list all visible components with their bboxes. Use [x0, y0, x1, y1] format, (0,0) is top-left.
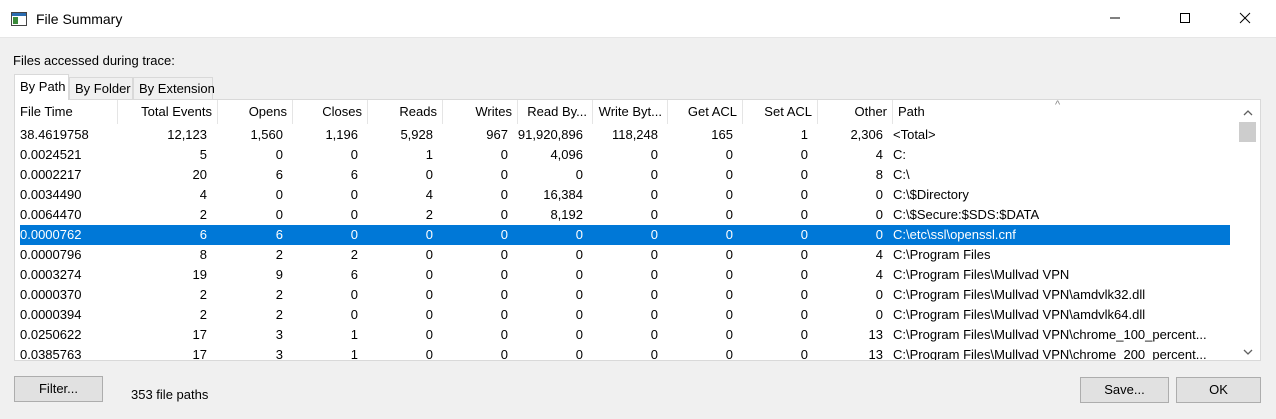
chevron-up-icon: [1243, 104, 1253, 119]
cell-path: C:\Program Files\Mullvad VPN\chrome_100_…: [893, 327, 1207, 342]
save-button[interactable]: Save...: [1080, 377, 1169, 403]
maximize-icon: [1179, 12, 1191, 27]
cell-path: C:\Program Files\Mullvad VPN: [893, 267, 1070, 282]
close-icon: [1239, 12, 1251, 27]
maximize-button[interactable]: [1162, 0, 1208, 38]
cell-path: C:\etc\ssl\openssl.cnf: [893, 227, 1016, 242]
table-row[interactable]: 0.0024521 5 0 0 1 0 4,096 0 0 0 4 C:: [20, 145, 1230, 165]
cell-path: C:\Program Files\Mullvad VPN\chrome_200_…: [893, 347, 1207, 361]
cell-path: C:\Program Files\Mullvad VPN\amdvlk32.dl…: [893, 287, 1146, 302]
cell-other: 0: [875, 307, 883, 322]
column-header-get-acl[interactable]: Get ACL: [668, 100, 743, 124]
column-header-file-time[interactable]: File Time: [15, 100, 118, 124]
window-title: File Summary: [36, 11, 123, 27]
list-header: ^ File Time Total Events Opens Closes Reads W…: [15, 100, 1236, 124]
scroll-down-button[interactable]: [1236, 341, 1260, 359]
cell-path: C:\: [893, 167, 910, 182]
cell-path: <Total>: [893, 127, 936, 142]
column-header-path[interactable]: Path: [893, 100, 1236, 124]
cell-other: 0: [875, 227, 883, 242]
column-header-opens[interactable]: Opens: [218, 100, 293, 124]
cell-path: C:\Program Files\Mullvad VPN\amdvlk64.dl…: [893, 307, 1146, 322]
cell-other: 2,306: [850, 127, 883, 142]
table-row[interactable]: 0.0000370 2 2 0 0 0 0 0 0 0 0 C:\Program Files\Mull…: [20, 285, 1230, 305]
vertical-scrollbar[interactable]: [1236, 100, 1260, 360]
cell-other: 0: [875, 207, 883, 222]
table-row[interactable]: 0.0003274 19 9 6 0 0 0 0 0 0 4 C:\Program Files\Mul…: [20, 265, 1230, 285]
cell-other: 13: [868, 347, 883, 361]
table-row[interactable]: 0.0000762 6 6 0 0 0 0 0 0 0 0 C:\etc\ssl\openssl.cn…: [20, 225, 1230, 245]
file-path-count: 353 file paths: [131, 387, 209, 402]
files-accessed-caption: Files accessed during trace:: [13, 53, 175, 68]
tab-by-extension[interactable]: By Extension: [133, 77, 215, 99]
column-header-read-bytes[interactable]: Read By...: [518, 100, 593, 124]
table-row[interactable]: 0.0385763 17 3 1 0 0 0 0 0 0 13 C:\Program Files\Mu…: [20, 345, 1230, 361]
scroll-up-button[interactable]: [1236, 102, 1260, 120]
filter-button[interactable]: Filter...: [14, 376, 103, 402]
cell-path: C:\$Secure:$SDS:$DATA: [893, 207, 1040, 222]
cell-other: 8: [875, 167, 883, 182]
cell-other: 0: [875, 287, 883, 302]
table-row[interactable]: 0.0034490 4 0 0 4 0 16,384 0 0 0 0 C:\$Directory: [20, 185, 1230, 205]
table-row[interactable]: 0.0002217 20 6 6 0 0 0 0 0 0 8 C:\: [20, 165, 1230, 185]
ok-button[interactable]: OK: [1176, 377, 1261, 403]
window-app-icon: [11, 11, 27, 27]
column-header-other[interactable]: Other: [818, 100, 893, 124]
column-header-writes[interactable]: Writes: [443, 100, 518, 124]
table-row[interactable]: 0.0250622 17 3 1 0 0 0 0 0 0 13 C:\Program Files\Mu…: [20, 325, 1230, 345]
column-header-closes[interactable]: Closes: [293, 100, 368, 124]
minimize-button[interactable]: [1092, 0, 1138, 38]
tab-by-folder[interactable]: By Folder: [69, 77, 133, 99]
column-header-write-bytes[interactable]: Write Byt...: [593, 100, 668, 124]
table-row[interactable]: 0.0000796 8 2 2 0 0 0 0 0 0 4 C:\Program Files: [20, 245, 1230, 265]
minimize-icon: [1109, 12, 1121, 27]
column-header-set-acl[interactable]: Set ACL: [743, 100, 818, 124]
tab-by-path[interactable]: By Path: [14, 74, 69, 100]
cell-other: 4: [875, 247, 883, 262]
chevron-down-icon: [1243, 343, 1253, 358]
cell-other: 0: [875, 187, 883, 202]
cell-path: C:\$Directory: [893, 187, 969, 202]
cell-path: C:: [893, 147, 906, 162]
cell-other: 4: [875, 267, 883, 282]
column-header-total-events[interactable]: Total Events: [118, 100, 218, 124]
title-bar: File Summary: [0, 0, 1276, 38]
close-button[interactable]: [1222, 0, 1268, 38]
table-row[interactable]: 0.0000394 2 2 0 0 0 0 0 0 0 0 C:\Program Files\Mull…: [20, 305, 1230, 325]
cell-other: 4: [875, 147, 883, 162]
column-header-reads[interactable]: Reads: [368, 100, 443, 124]
table-row[interactable]: 38.4619758 12,123 1,560 1,196 5,928 967 91,920…: [20, 125, 1230, 145]
scroll-thumb[interactable]: [1239, 122, 1256, 142]
cell-other: 13: [868, 327, 883, 342]
file-summary-list[interactable]: ^ File Time Total Events Opens Closes Reads W…: [14, 99, 1261, 361]
cell-path: C:\Program Files: [893, 247, 991, 262]
table-row[interactable]: 0.0064470 2 0 0 2 0 8,192 0 0 0 0 C:\$Secure:$SDS:$…: [20, 205, 1230, 225]
